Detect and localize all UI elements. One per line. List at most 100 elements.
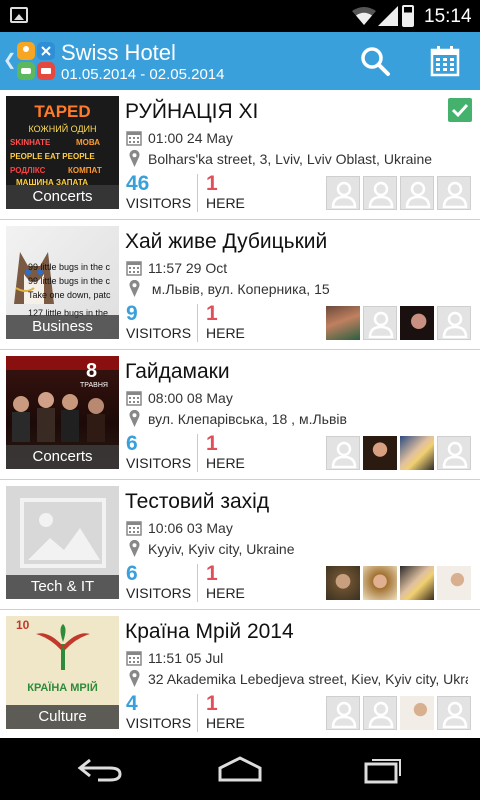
event-time: 01:00 24 May [148,130,233,146]
image-notification-icon [10,7,28,23]
visitor-avatars [326,696,471,730]
event-item[interactable]: Tech & IT Тестовий захід 10:06 03 May Ky… [0,480,480,610]
user-placeholder-icon[interactable] [437,696,471,730]
battery-icon [402,5,414,27]
avatar[interactable] [400,306,434,340]
here-label: HERE [206,585,245,601]
avatar[interactable] [400,436,434,470]
search-icon[interactable] [358,44,392,78]
calendar-icon [126,521,142,536]
app-logo-icon[interactable] [16,41,56,81]
here-label: HERE [206,195,245,211]
date-range: 01.05.2014 - 02.05.2014 [61,66,225,83]
event-category: Tech & IT [6,575,119,599]
visitor-avatars [326,436,471,470]
event-category: Business [6,315,119,339]
here-count: 1 [206,562,218,585]
event-title: Тестовий захід [125,490,270,513]
nav-home-icon[interactable] [216,754,264,784]
visitor-avatars [326,306,471,340]
event-item[interactable]: 99 little bugs in the c 99 little bugs i… [0,220,480,350]
signal-icon [378,6,398,26]
avatar[interactable] [400,566,434,600]
poster-text: МОВА [76,138,101,147]
user-placeholder-icon[interactable] [363,306,397,340]
avatar[interactable] [437,566,471,600]
divider [197,694,198,732]
visitors-count: 46 [126,172,150,195]
location-pin-icon [129,540,140,557]
visitors-count: 6 [126,432,138,455]
user-placeholder-icon[interactable] [326,436,360,470]
location-pin-icon [129,150,140,167]
location-pin-icon [129,410,140,427]
calendar-icon [126,391,142,406]
event-list[interactable]: TAPED КОЖНИЙ ОДИН SKINHATE МОВА PEOPLE E… [0,90,480,738]
user-placeholder-icon[interactable] [437,176,471,210]
event-time: 08:00 08 May [148,390,233,406]
divider [197,434,198,472]
calendar-icon [126,261,142,276]
status-clock: 15:14 [424,6,472,27]
divider [197,304,198,342]
calendar-icon [126,651,142,666]
event-item[interactable]: 8 ТРАВНЯ Concerts Гайдамаки 08:00 08 May… [0,350,480,480]
page-title: Swiss Hotel [61,40,176,65]
here-label: HERE [206,715,245,731]
divider [197,564,198,602]
event-thumbnail: 99 little bugs in the c 99 little bugs i… [6,226,119,339]
event-item[interactable]: TAPED КОЖНИЙ ОДИН SKINHATE МОВА PEOPLE E… [0,90,480,220]
divider [197,174,198,212]
here-label: HERE [206,455,245,471]
user-placeholder-icon[interactable] [400,176,434,210]
action-bar: ❮ Swiss Hotel 01.05.2014 - 02.05.2014 [0,32,480,90]
here-label: HERE [206,325,245,341]
avatar[interactable] [326,566,360,600]
event-item[interactable]: 10 КРАЇНА МРІЙ Culture Країна Мрій 2014 … [0,610,480,738]
visitors-label: VISITORS [126,455,192,471]
user-placeholder-icon[interactable] [326,176,360,210]
visitor-avatars [326,176,471,210]
event-category: Culture [6,705,119,729]
event-place: Kyyiv, Kyiv city, Ukraine [148,541,295,557]
visitors-label: VISITORS [126,195,192,211]
user-placeholder-icon[interactable] [326,696,360,730]
avatar[interactable] [363,436,397,470]
visitor-avatars [326,566,471,600]
event-title: РУЙНАЦІЯ XI [125,100,259,123]
nav-back-icon[interactable] [76,754,124,784]
event-place: вул. Клепарівська, 18 , м.Львів [148,411,347,427]
user-placeholder-icon[interactable] [363,176,397,210]
poster-text: SKINHATE [10,138,51,147]
event-thumbnail: Tech & IT [6,486,119,599]
event-category: Concerts [6,445,119,469]
poster-text: КОЖНИЙ ОДИН [28,124,97,134]
back-arrow-icon[interactable]: ❮ [3,50,16,70]
nav-recent-icon[interactable] [356,754,404,784]
visitors-count: 6 [126,562,138,585]
visitors-label: VISITORS [126,715,192,731]
avatar[interactable] [363,566,397,600]
event-title: Країна Мрій 2014 [125,620,294,643]
poster-text: 99 little bugs in the c [28,262,111,272]
location-pin-icon [129,280,140,297]
visitors-label: VISITORS [126,585,192,601]
calendar-icon [126,131,142,146]
event-time: 11:57 29 Oct [148,260,228,276]
poster-text: 8 [86,360,98,382]
user-placeholder-icon[interactable] [363,696,397,730]
poster-text: КОМПАТ [68,166,102,175]
calendar-grid-icon[interactable] [428,44,462,78]
avatar[interactable] [326,306,360,340]
event-title: Хай живе Дубицький [125,230,328,253]
avatar[interactable] [400,696,434,730]
user-placeholder-icon[interactable] [437,306,471,340]
event-thumbnail: TAPED КОЖНИЙ ОДИН SKINHATE МОВА PEOPLE E… [6,96,119,209]
event-place: Bolhars'ka street, 3, Lviv, Lviv Oblast,… [148,151,433,167]
event-thumbnail: 10 КРАЇНА МРІЙ Culture [6,616,119,729]
navigation-bar [0,738,480,800]
event-place: 32 Akademika Lebedjeva street, Kiev, Kyi… [148,671,468,687]
status-bar: 15:14 [0,0,480,32]
checkbox-checked-icon[interactable] [448,98,472,122]
user-placeholder-icon[interactable] [437,436,471,470]
